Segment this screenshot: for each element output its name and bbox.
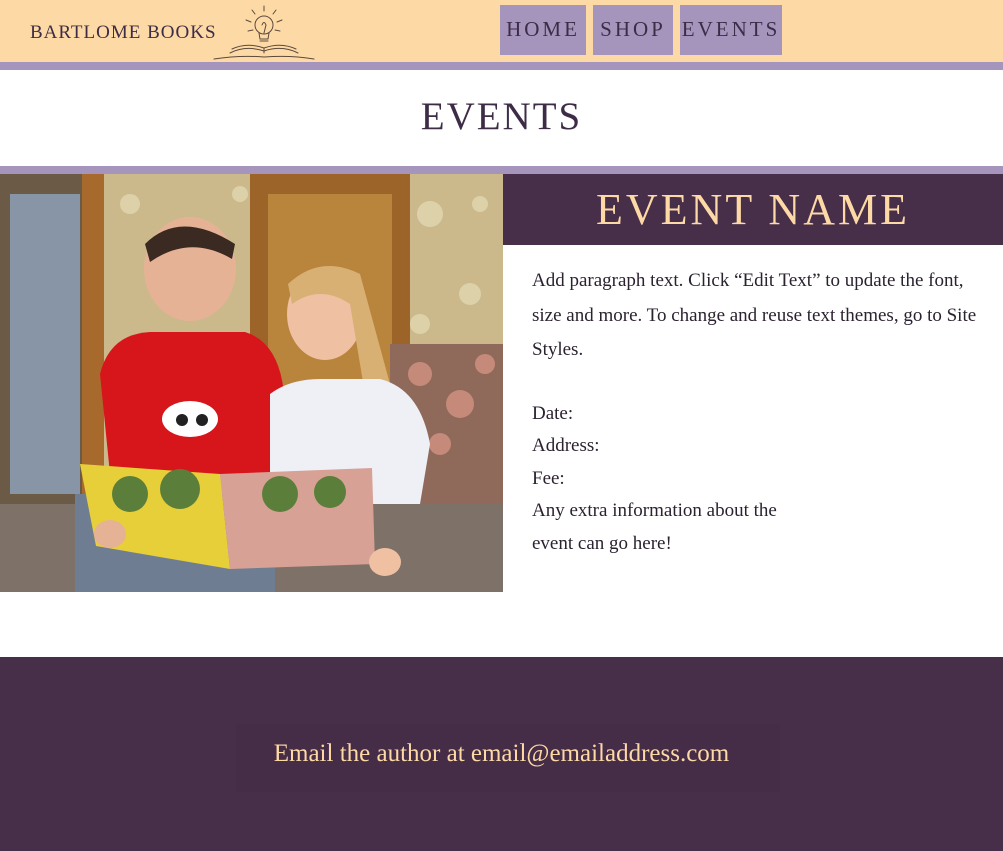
footer-email-prefix: Email the author at <box>273 740 471 767</box>
page-title: EVENTS <box>420 95 583 138</box>
nav-shop[interactable]: SHOP <box>593 5 673 55</box>
lightbulb-book-icon[interactable] <box>210 3 318 61</box>
children-reading-photo <box>0 174 503 592</box>
event-fee-label: Fee: <box>532 467 565 489</box>
event-details: Date: Address: Fee: Any extra informatio… <box>532 398 982 561</box>
nav-events[interactable]: EVENTS <box>680 5 782 55</box>
nav-home[interactable]: HOME <box>500 5 586 55</box>
footer-contact: Email the author at email@emailaddress.c… <box>0 740 1003 768</box>
site-footer: Email the author at email@emailaddress.c… <box>0 657 1003 851</box>
event-description: Add paragraph text. Click “Edit Text” to… <box>532 270 977 360</box>
footer-email-link[interactable]: email@emailaddress.com <box>471 740 729 767</box>
header-divider <box>0 62 1003 70</box>
event-header: EVENT NAME <box>503 174 1003 245</box>
title-divider <box>0 166 1003 174</box>
brand-name[interactable]: BARTLOME BOOKS <box>30 22 217 44</box>
event-extra-info: Any extra information about the event ca… <box>532 500 777 554</box>
event-details-panel: Add paragraph text. Click “Edit Text” to… <box>532 264 982 560</box>
event-date-label: Date: <box>532 402 574 424</box>
event-name: EVENT NAME <box>596 185 910 234</box>
site-header: BARTLOME BOOKS HOME SHOP EVENTS <box>0 0 1003 62</box>
event-address-label: Address: <box>532 435 600 456</box>
